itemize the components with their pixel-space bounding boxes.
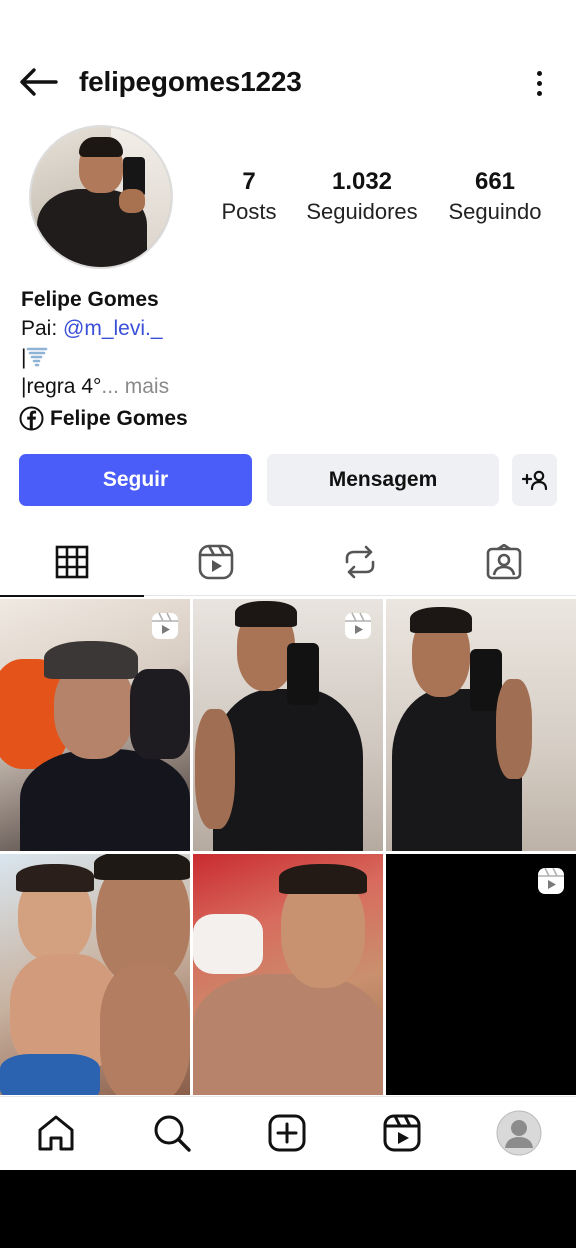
dot	[536, 80, 542, 86]
post-thumbnail[interactable]	[0, 599, 190, 851]
following-label: Seguindo	[448, 199, 542, 224]
tab-tagged[interactable]	[432, 528, 576, 596]
post-thumbnail[interactable]	[193, 854, 383, 1095]
avatar-hair	[79, 137, 123, 157]
arm-shape	[496, 679, 532, 779]
facebook-link[interactable]: Felipe Gomes	[19, 406, 188, 431]
profile-bio: Felipe Gomes Pai: @m_levi._ | |regra 4°.…	[21, 285, 561, 401]
profile-avatar-icon	[496, 1110, 542, 1156]
profile-full-name: Felipe Gomes	[21, 288, 159, 311]
tab-reposts[interactable]	[288, 528, 432, 596]
tab-reels[interactable]	[144, 528, 288, 596]
arrow-left-icon	[20, 68, 58, 96]
facebook-name: Felipe Gomes	[50, 406, 188, 430]
nav-reels[interactable]	[380, 1111, 424, 1155]
more-options-button[interactable]	[524, 66, 554, 100]
person-body	[213, 689, 363, 851]
posts-stat[interactable]: 7 Posts	[220, 167, 278, 227]
pillow-shape	[193, 914, 263, 974]
message-button[interactable]: Mensagem	[267, 454, 499, 506]
avatar-hand	[119, 189, 145, 213]
reposts-icon	[345, 545, 375, 579]
bio-more-link[interactable]: ... mais	[101, 375, 169, 398]
followers-stat[interactable]: 1.032 Seguidores	[304, 167, 420, 227]
cap-shape	[44, 641, 138, 679]
add-user-icon	[521, 470, 547, 491]
reels-icon	[198, 544, 234, 580]
nav-profile[interactable]	[496, 1110, 542, 1156]
facebook-icon	[19, 406, 44, 431]
add-user-button[interactable]	[512, 454, 557, 506]
person-body	[20, 749, 190, 851]
post-thumbnail[interactable]	[0, 854, 190, 1095]
reels-badge-icon	[152, 612, 178, 639]
following-stat[interactable]: 661 Seguindo	[445, 167, 545, 227]
reels-icon	[383, 1114, 421, 1152]
follow-button[interactable]: Seguir	[19, 454, 252, 506]
bio-line-rule: |regra 4°... mais	[21, 372, 561, 401]
tornado-emoji-icon	[27, 347, 48, 367]
home-icon	[38, 1115, 74, 1151]
post-thumbnail[interactable]	[193, 599, 383, 851]
arm-shape	[130, 669, 190, 759]
create-icon	[268, 1114, 306, 1152]
post-thumbnail[interactable]	[386, 599, 576, 851]
profile-avatar[interactable]	[29, 125, 173, 269]
nav-create[interactable]	[265, 1111, 309, 1155]
reels-badge-icon	[345, 612, 371, 639]
back-button[interactable]	[16, 64, 60, 100]
adult-hair	[94, 854, 190, 880]
followers-count: 1.032	[331, 168, 393, 195]
nav-search[interactable]	[150, 1111, 194, 1155]
arm-shape	[195, 709, 235, 829]
bottom-navigation	[0, 1096, 576, 1170]
grid-icon	[55, 545, 89, 579]
person-body	[193, 974, 383, 1095]
profile-username: felipegomes1223	[79, 66, 302, 97]
adult-body	[100, 964, 190, 1095]
following-count: 661	[474, 168, 516, 195]
shorts-shape	[0, 1054, 100, 1095]
profile-tabs	[0, 528, 576, 597]
profile-screen: felipegomes1223 7 Posts 1.032 Seguidores…	[0, 0, 576, 1170]
tab-posts-grid[interactable]	[0, 528, 144, 597]
search-icon	[154, 1115, 191, 1152]
post-thumbnail[interactable]	[386, 854, 576, 1095]
system-navigation-bar	[0, 1170, 576, 1248]
profile-header: felipegomes1223	[0, 52, 576, 112]
dot	[536, 70, 542, 76]
hair-shape	[410, 607, 472, 633]
tagged-icon	[486, 544, 522, 580]
nav-home[interactable]	[34, 1111, 78, 1155]
followers-label: Seguidores	[306, 199, 418, 224]
bio-line-emoji: |	[21, 343, 561, 372]
posts-label: Posts	[221, 199, 277, 224]
mention-link[interactable]: @m_levi._	[63, 317, 163, 340]
child-hair	[16, 864, 94, 892]
dot	[536, 90, 542, 96]
bio-rule-text: |regra 4°	[21, 375, 102, 398]
posts-grid	[0, 599, 576, 1095]
phone-shape	[287, 643, 319, 705]
bio-prefix: Pai:	[21, 317, 64, 340]
reels-badge-icon	[538, 867, 564, 894]
hair-shape	[279, 864, 367, 894]
bio-line-parent: Pai: @m_levi._	[21, 314, 561, 343]
posts-count: 7	[242, 168, 256, 195]
hair-shape	[235, 601, 297, 627]
